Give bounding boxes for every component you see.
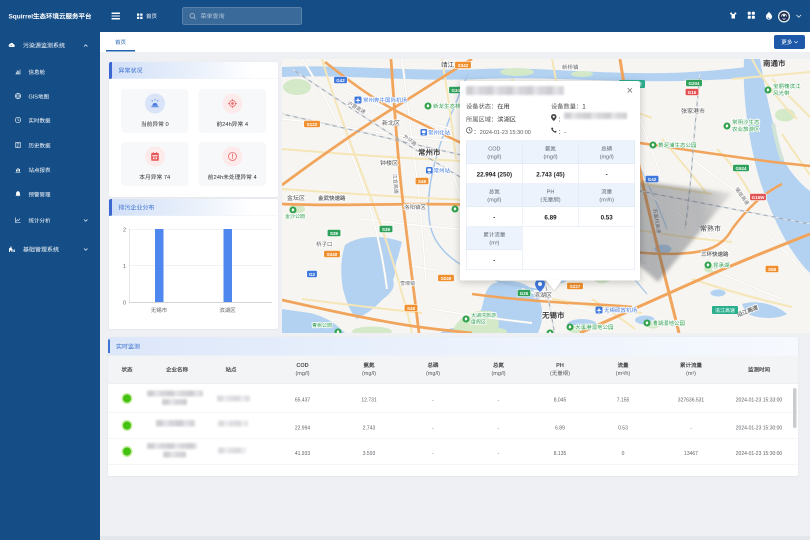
svg-text:农业旅游区: 农业旅游区 xyxy=(732,125,760,133)
svg-text:S39: S39 xyxy=(382,227,391,233)
svg-text:沿江高速: 沿江高速 xyxy=(715,307,735,314)
svg-text:新北区: 新北区 xyxy=(382,118,400,127)
svg-text:无锡市: 无锡市 xyxy=(541,310,565,321)
svg-text:度假区: 度假区 xyxy=(471,319,486,326)
svg-text:S39: S39 xyxy=(330,231,339,237)
svg-text:S240: S240 xyxy=(441,276,452,282)
svg-text:常州奔牛国际机场: 常州奔牛国际机场 xyxy=(363,96,408,104)
svg-text:常州市: 常州市 xyxy=(418,147,441,158)
svg-text:G15: G15 xyxy=(688,90,697,96)
svg-text:青枫公园: 青枫公园 xyxy=(312,322,332,329)
svg-text:S227: S227 xyxy=(570,284,581,290)
svg-text:S122: S122 xyxy=(307,122,318,128)
svg-text:S340: S340 xyxy=(327,252,338,258)
svg-text:S342: S342 xyxy=(458,63,469,69)
svg-text:南通市: 南通市 xyxy=(763,59,786,69)
svg-text:金沙公园: 金沙公园 xyxy=(285,213,305,220)
svg-text:S48: S48 xyxy=(418,179,427,185)
svg-text:G42: G42 xyxy=(648,177,657,183)
svg-text:三环快速路: 三环快速路 xyxy=(701,250,729,258)
svg-text:新龙生态林: 新龙生态林 xyxy=(433,102,461,110)
svg-text:昆承湖: 昆承湖 xyxy=(713,261,730,269)
svg-text:钟楼区: 钟楼区 xyxy=(380,158,398,167)
svg-text:洛阳镇: 洛阳镇 xyxy=(404,203,421,211)
svg-text:滨湖区: 滨湖区 xyxy=(534,290,552,299)
svg-text:常州北站: 常州北站 xyxy=(428,129,451,137)
svg-text:新桥镇: 新桥镇 xyxy=(562,63,579,71)
svg-text:桥子口: 桥子口 xyxy=(316,240,333,248)
svg-text:常熟市: 常熟市 xyxy=(700,224,721,234)
svg-text:无锡硕放机场: 无锡硕放机场 xyxy=(604,306,638,314)
svg-text:张家港市: 张家港市 xyxy=(681,106,705,115)
svg-text:漕湖湿地公园: 漕湖湿地公园 xyxy=(652,319,686,327)
svg-text:S48: S48 xyxy=(407,306,416,312)
svg-text:黄泥浦生态公园: 黄泥浦生态公园 xyxy=(658,141,697,149)
svg-text:G15W: G15W xyxy=(752,195,766,201)
svg-text:风光带: 风光带 xyxy=(773,89,790,97)
svg-text:G25: G25 xyxy=(520,291,529,297)
svg-text:常州站: 常州站 xyxy=(434,167,451,175)
svg-text:G42: G42 xyxy=(336,78,345,84)
svg-text:G524: G524 xyxy=(735,166,747,172)
svg-text:S58: S58 xyxy=(768,267,777,273)
svg-text:金坛区: 金坛区 xyxy=(287,193,305,202)
svg-text:雪堰镇: 雪堰镇 xyxy=(400,280,415,287)
svg-text:金武快速路: 金武快速路 xyxy=(317,194,346,202)
svg-text:大溪港湿地公园: 大溪港湿地公园 xyxy=(575,323,614,331)
svg-text:G2: G2 xyxy=(309,272,316,278)
svg-text:G204: G204 xyxy=(688,81,700,87)
